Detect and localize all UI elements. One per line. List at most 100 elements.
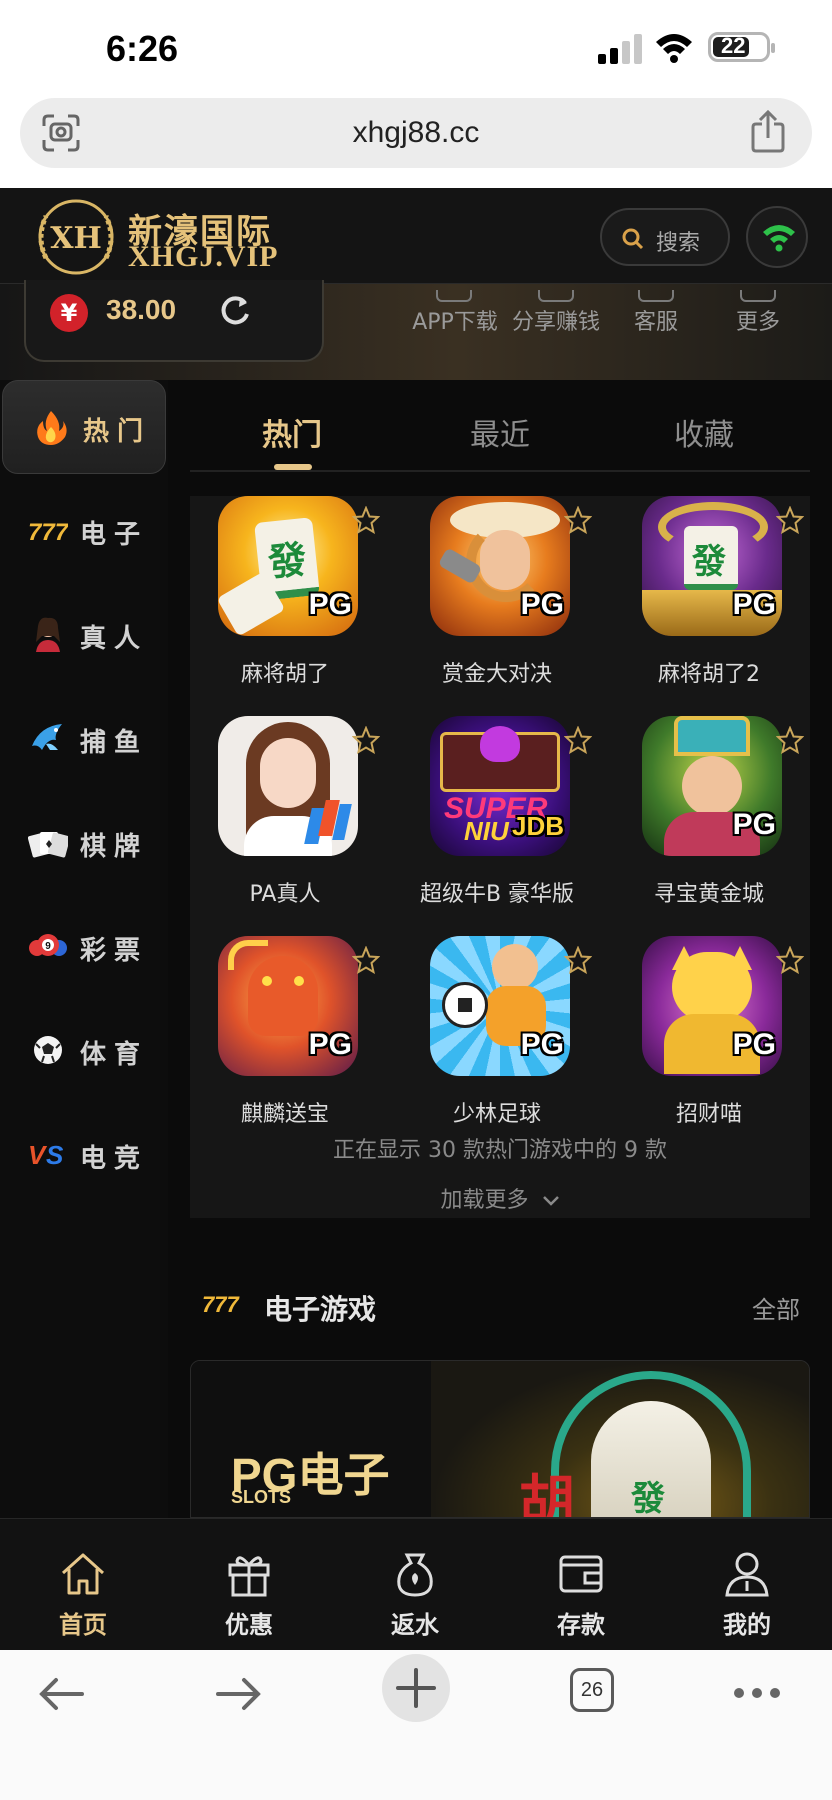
game-thumbnail[interactable]: PG xyxy=(642,716,782,856)
share-money-icon xyxy=(538,290,574,302)
nav-label: 优惠 xyxy=(225,1611,273,1639)
wifi-icon xyxy=(656,34,692,63)
tab-hot[interactable]: 热门 xyxy=(262,410,322,454)
provider-badge: PG xyxy=(308,1028,352,1061)
sidebar-item-fishing[interactable]: 捕鱼 xyxy=(0,692,168,786)
game-card[interactable]: PG 麒麟送宝 xyxy=(190,936,380,1146)
user-icon xyxy=(725,1552,769,1597)
tabs-button[interactable]: 26 xyxy=(570,1668,614,1712)
game-name: PA真人 xyxy=(249,882,321,907)
network-button[interactable] xyxy=(746,206,808,268)
quick-link-service[interactable]: 客服 xyxy=(630,290,682,336)
game-thumbnail[interactable]: PG xyxy=(218,936,358,1076)
banner-artwork: 發 胡 xyxy=(431,1361,809,1517)
sidebar-item-label: 电竞 xyxy=(80,1144,149,1174)
lottery-ball-icon: 9 xyxy=(29,934,67,956)
favorite-star-icon[interactable] xyxy=(352,726,380,754)
section-title: 电子游戏 xyxy=(264,1293,377,1326)
nav-promotions[interactable]: 优惠 xyxy=(166,1519,332,1651)
nav-deposit[interactable]: 存款 xyxy=(498,1519,664,1651)
sidebar-item-cards[interactable]: 棋牌 xyxy=(0,796,168,890)
favorite-star-icon[interactable] xyxy=(352,506,380,534)
game-card[interactable]: PG 赏金大对决 xyxy=(402,496,592,706)
sidebar-item-hot[interactable]: 热门 xyxy=(2,380,166,474)
logo-text-en[interactable]: XHGJ.VIP xyxy=(128,240,279,274)
game-name: 超级牛B 豪华版 xyxy=(419,882,575,907)
search-icon xyxy=(622,228,644,250)
favorite-star-icon[interactable] xyxy=(564,946,592,974)
favorite-star-icon[interactable] xyxy=(352,946,380,974)
sidebar-item-esports[interactable]: V S 电竞 xyxy=(0,1108,168,1202)
favorite-star-icon[interactable] xyxy=(776,946,804,974)
search-button[interactable]: 搜索 xyxy=(600,208,730,266)
quick-link-label: 分享赚钱 xyxy=(511,310,600,335)
favorite-star-icon[interactable] xyxy=(776,506,804,534)
favorite-star-icon[interactable] xyxy=(564,726,592,754)
address-bar[interactable]: xhgj88.cc xyxy=(20,98,812,168)
svg-text:9: 9 xyxy=(45,941,51,952)
nav-profile[interactable]: 我的 xyxy=(664,1519,830,1651)
favorite-star-icon[interactable] xyxy=(564,506,592,534)
game-card[interactable]: SUPER NIU JDB 超级牛B 豪华版 xyxy=(402,716,592,926)
quick-link-app-download[interactable]: APP下载 xyxy=(408,290,502,336)
sidebar-item-sports[interactable]: 体育 xyxy=(0,1004,168,1098)
battery-level: 22 xyxy=(721,33,746,58)
refresh-icon[interactable] xyxy=(218,294,252,328)
game-card[interactable]: PA真人 xyxy=(190,716,380,926)
load-more-button[interactable]: 加载更多 xyxy=(190,1182,810,1214)
tab-favorites[interactable]: 收藏 xyxy=(674,410,734,454)
game-card[interactable]: PG 招财喵 xyxy=(614,936,804,1146)
sidebar-item-label: 棋牌 xyxy=(80,832,149,862)
nav-rebate[interactable]: 返水 xyxy=(332,1519,498,1651)
quick-link-label: APP下载 xyxy=(412,310,498,335)
game-thumbnail[interactable]: PG xyxy=(430,936,570,1076)
game-thumbnail[interactable] xyxy=(218,716,358,856)
game-card[interactable]: PG 少林足球 xyxy=(402,936,592,1146)
provider-badge: PG xyxy=(308,588,352,621)
pg-slots-banner[interactable]: PG电子 SLOTS 發 胡 xyxy=(190,1360,810,1518)
balance-card: ¥ 38.00 xyxy=(24,280,324,362)
svg-text:V: V xyxy=(28,1140,48,1170)
provider-badge: PG xyxy=(732,1028,776,1061)
game-card[interactable]: PG 寻宝黄金城 xyxy=(614,716,804,926)
nav-label: 存款 xyxy=(557,1611,605,1639)
forward-arrow-icon[interactable] xyxy=(214,1674,264,1714)
game-thumbnail[interactable]: PG xyxy=(642,936,782,1076)
sidebar-item-lottery[interactable]: 9 彩票 xyxy=(0,900,168,994)
money-bag-icon xyxy=(397,1553,433,1597)
game-thumbnail[interactable]: 發 PG xyxy=(218,496,358,636)
banner-left: PG电子 SLOTS xyxy=(191,1361,431,1517)
game-thumbnail[interactable]: 發 PG xyxy=(642,496,782,636)
game-name: 少林足球 xyxy=(452,1102,541,1127)
game-card[interactable]: 發 PG 麻将胡了 xyxy=(190,496,380,706)
svg-text:777: 777 xyxy=(28,519,68,546)
quick-link-label: 更多 xyxy=(735,310,780,335)
game-thumbnail[interactable]: SUPER NIU JDB xyxy=(430,716,570,856)
logo-laurel-icon[interactable]: XH xyxy=(30,198,122,276)
game-thumbnail[interactable]: PG xyxy=(430,496,570,636)
balance-amount: 38.00 xyxy=(106,294,177,325)
tab-recent[interactable]: 最近 xyxy=(470,410,530,454)
share-icon[interactable] xyxy=(750,110,786,154)
new-tab-button[interactable] xyxy=(382,1654,450,1722)
more-dots-icon[interactable] xyxy=(732,1686,782,1700)
svg-text:777: 777 xyxy=(202,1292,240,1316)
game-card[interactable]: 發 PG 麻将胡了2 xyxy=(614,496,804,706)
game-name: 寻宝黄金城 xyxy=(653,882,764,907)
status-time: 6:26 xyxy=(106,28,179,69)
view-all-link[interactable]: 全部 xyxy=(752,1290,800,1325)
svg-text:S: S xyxy=(46,1140,64,1170)
nav-home[interactable]: 首页 xyxy=(0,1519,166,1651)
browser-toolbar: 26 xyxy=(0,1650,832,1800)
back-arrow-icon[interactable] xyxy=(36,1674,86,1714)
favorite-star-icon[interactable] xyxy=(776,726,804,754)
sidebar-item-label: 体育 xyxy=(80,1040,149,1070)
account-band: ¥ 38.00 APP下载 分享赚钱 客服 更多 xyxy=(0,280,832,380)
sidebar-item-slots[interactable]: 777 电子 xyxy=(0,484,168,578)
quick-link-more[interactable]: 更多 xyxy=(732,290,784,336)
currency-icon: ¥ xyxy=(50,294,88,332)
quick-link-share[interactable]: 分享赚钱 xyxy=(508,290,604,336)
url-text[interactable]: xhgj88.cc xyxy=(20,116,812,150)
sidebar-item-live[interactable]: 真人 xyxy=(0,588,168,682)
wallet-icon xyxy=(559,1555,603,1593)
